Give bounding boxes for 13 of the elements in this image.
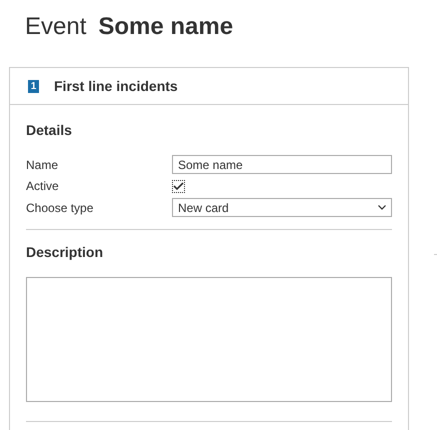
active-checkbox[interactable]	[172, 180, 185, 193]
field-label: Active	[26, 178, 60, 196]
panel-title: First line incidents	[54, 76, 178, 96]
chevron-down-icon	[378, 205, 386, 210]
page-title-label: Event	[25, 14, 86, 40]
section-heading: Description	[26, 242, 104, 260]
section-heading: Details	[26, 121, 73, 139]
field-label: Choose type	[26, 200, 94, 217]
type-dropdown[interactable]: New card	[172, 198, 392, 218]
field-label: Name	[26, 156, 60, 174]
page-title-name: Some name	[98, 14, 234, 40]
name-input[interactable]: Some name	[172, 155, 392, 174]
numbered-badge-icon: 1	[28, 80, 39, 92]
